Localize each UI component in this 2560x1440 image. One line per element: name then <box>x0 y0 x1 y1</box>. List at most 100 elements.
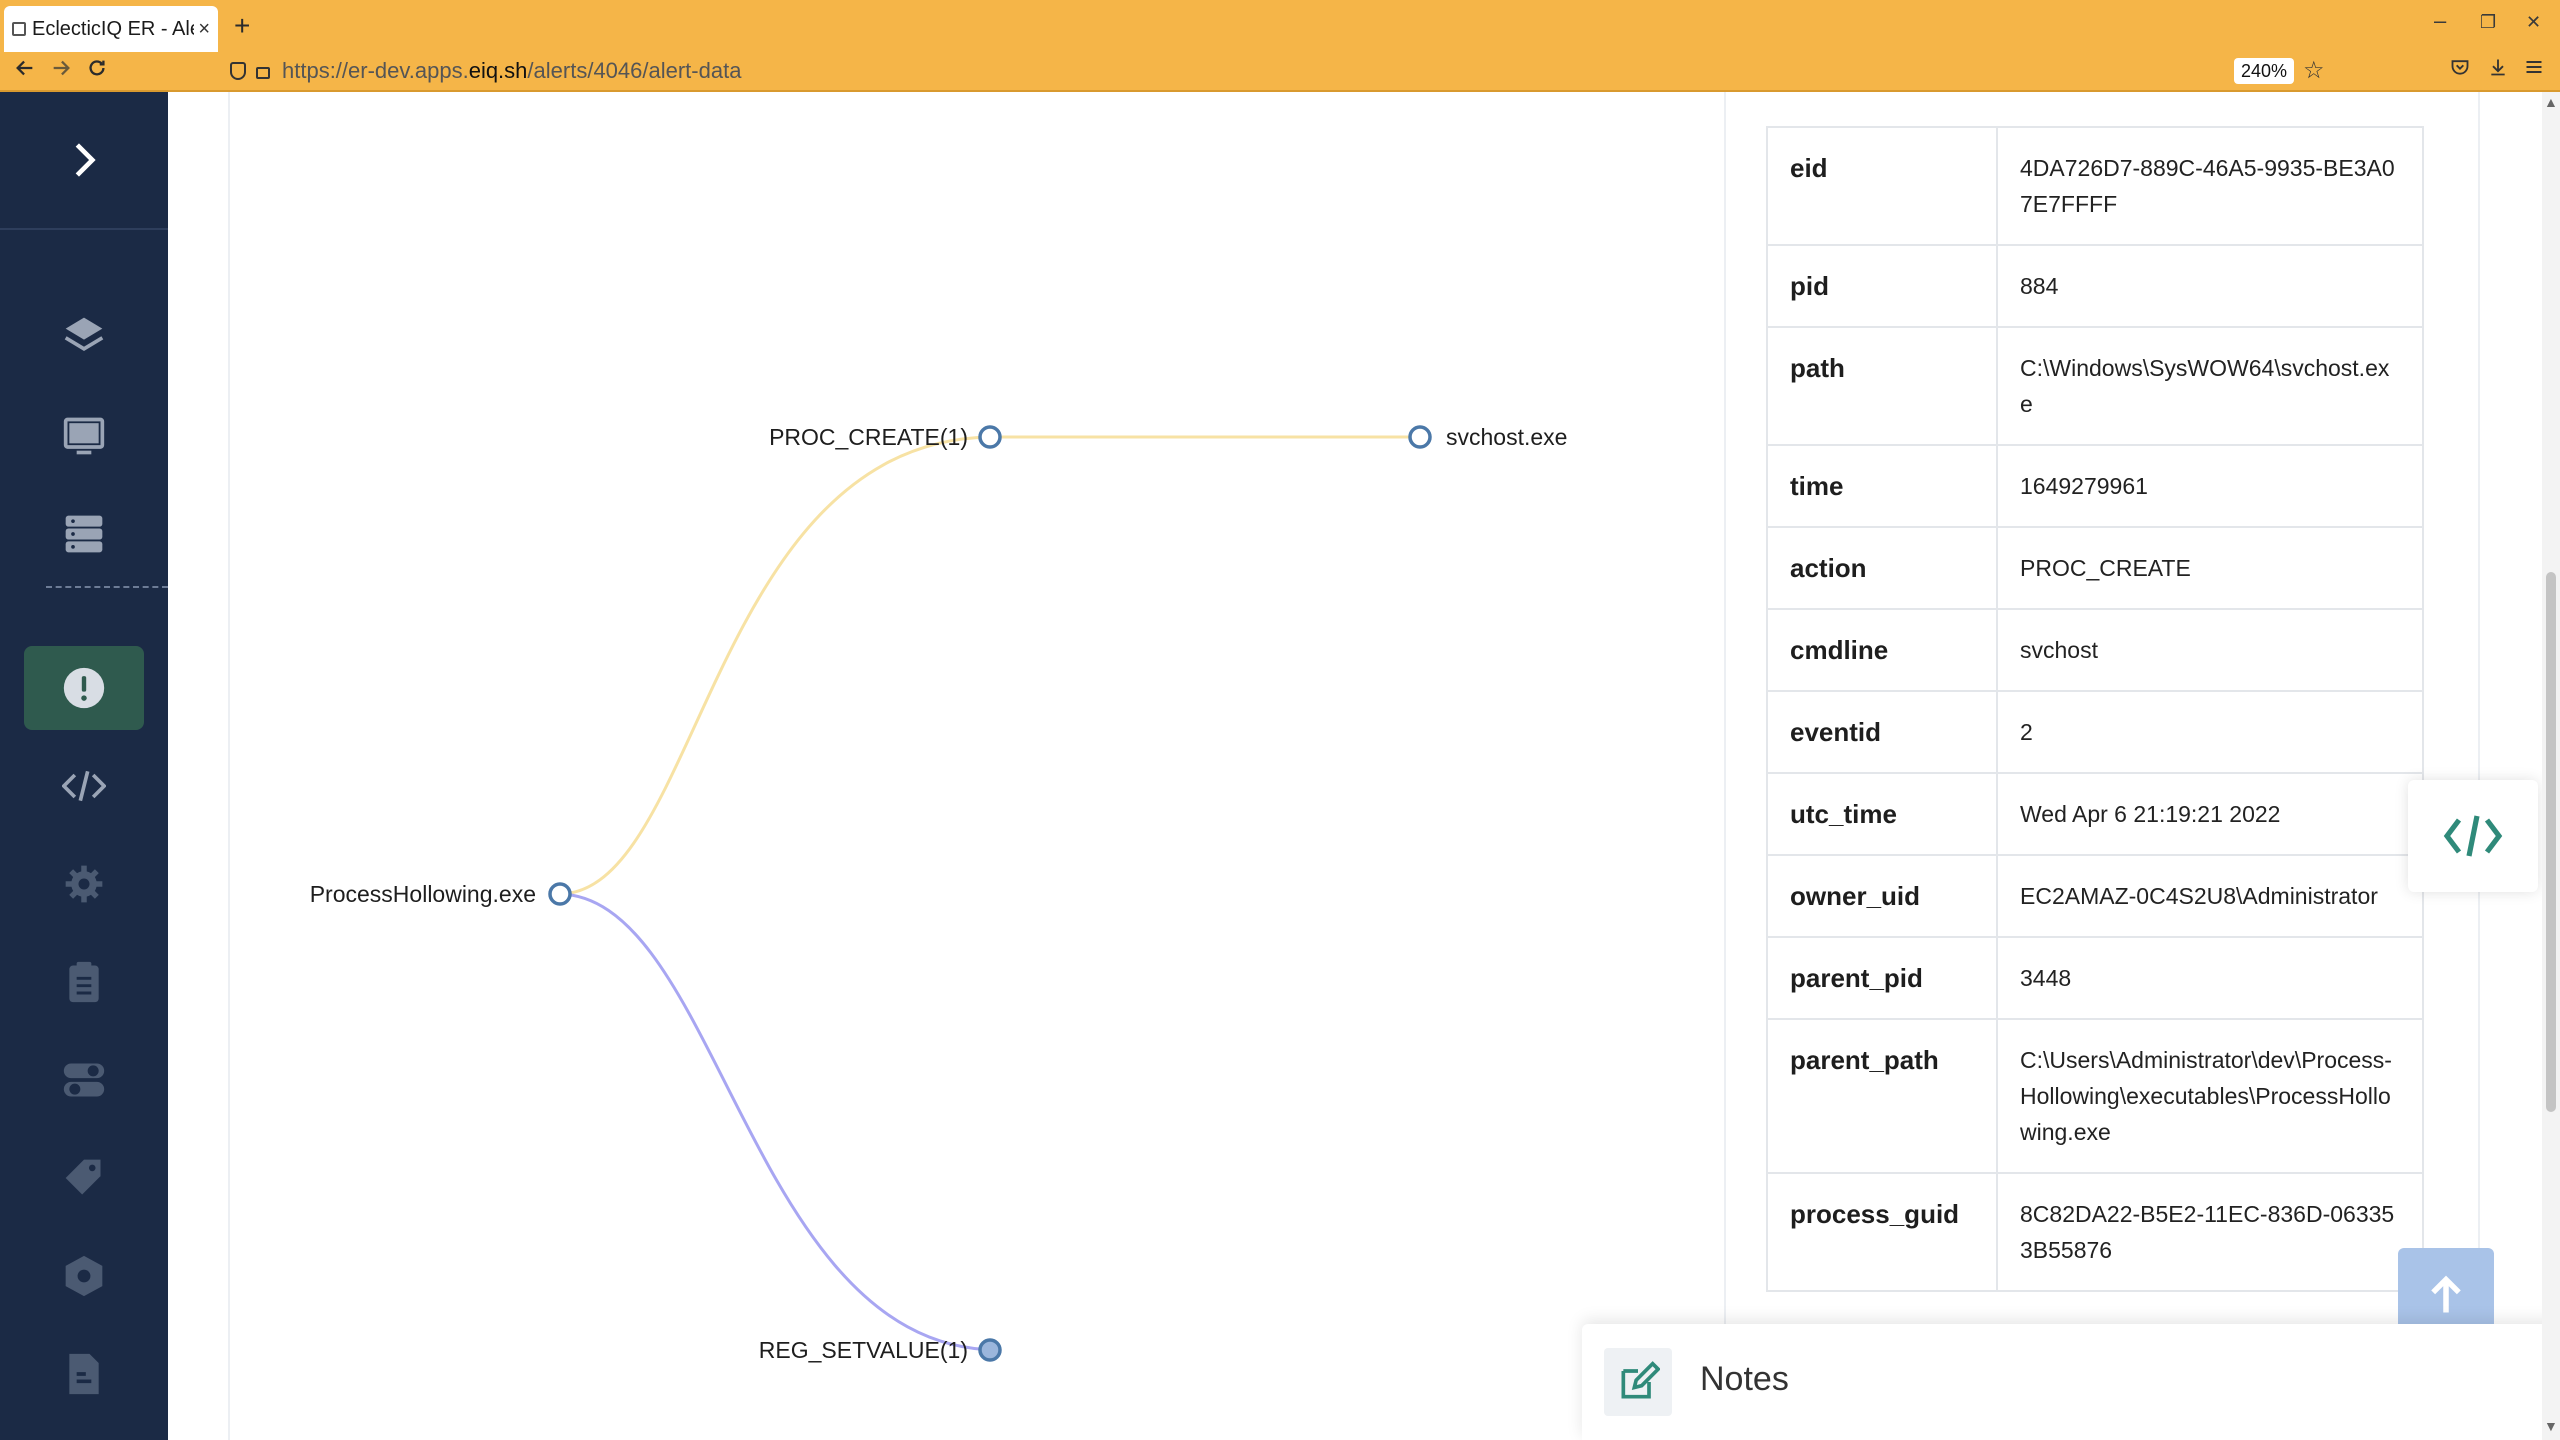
detail-key: action <box>1766 526 1998 610</box>
notes-bar[interactable]: Notes <box>1582 1324 2560 1440</box>
table-row: owner_uid EC2AMAZ-0C4S2U8\Administrator <box>1766 854 2424 938</box>
detail-value: 884 <box>1996 244 2424 328</box>
detail-value: 3448 <box>1996 936 2424 1020</box>
sidebar-item-toggles[interactable] <box>24 1038 144 1122</box>
sidebar <box>0 92 168 1440</box>
notes-button[interactable] <box>1604 1348 1672 1416</box>
scroll-up-arrow-icon[interactable]: ▲ <box>2544 94 2558 110</box>
arrow-right-icon <box>53 60 70 76</box>
detail-value: C:\Windows\SysWOW64\svchost.exe <box>1996 326 2424 446</box>
node-label-svchost: svchost.exe <box>1446 424 1567 450</box>
detail-value: 2 <box>1996 690 2424 774</box>
scroll-down-arrow-icon[interactable]: ▼ <box>2544 1418 2558 1434</box>
detail-value: C:\Users\Administrator\dev\Process-Hollo… <box>1996 1018 2424 1174</box>
minimize-button[interactable]: – <box>2434 8 2446 34</box>
browser-tab[interactable]: EclecticIQ ER - Alert × <box>4 6 218 52</box>
address-bar[interactable]: https://er-dev.apps.eiq.sh/alerts/4046/a… <box>230 56 2330 86</box>
scrollbar-thumb[interactable] <box>2546 572 2556 1112</box>
node-proc-create[interactable] <box>978 425 1002 449</box>
table-row: eid 4DA726D7-889C-46A5-9935-BE3A07E7FFFF <box>1766 126 2424 246</box>
edge-root-proc-create <box>559 435 991 896</box>
sidebar-item-hexagon[interactable] <box>24 1234 144 1318</box>
url-text[interactable]: https://er-dev.apps.eiq.sh/alerts/4046/a… <box>282 58 741 84</box>
table-row: eventid 2 <box>1766 690 2424 774</box>
reload-button[interactable] <box>86 57 108 86</box>
back-button[interactable] <box>14 57 36 86</box>
arrow-up-icon <box>2431 1275 2461 1313</box>
hexagon-icon <box>65 1255 103 1297</box>
detail-key: owner_uid <box>1766 854 1998 938</box>
detail-value: PROC_CREATE <box>1996 526 2424 610</box>
sidebar-item-tags[interactable] <box>24 1136 144 1220</box>
reload-icon <box>89 60 105 76</box>
table-row: utc_time Wed Apr 6 21:19:21 2022 <box>1766 772 2424 856</box>
node-label-root: ProcessHollowing.exe <box>310 881 536 907</box>
node-reg-setvalue[interactable] <box>978 1338 1002 1362</box>
detail-value: svchost <box>1996 608 2424 692</box>
detail-key: eid <box>1766 126 1998 246</box>
toggle-icon <box>63 1063 105 1097</box>
panel-divider <box>2478 92 2480 1440</box>
node-svchost[interactable] <box>1408 425 1432 449</box>
detail-value: 8C82DA22-B5E2-11EC-836D-063353B55876 <box>1996 1172 2424 1292</box>
bookmark-star-icon[interactable]: ☆ <box>2303 56 2325 85</box>
detail-value: 4DA726D7-889C-46A5-9935-BE3A07E7FFFF <box>1996 126 2424 246</box>
table-row: parent_pid 3448 <box>1766 936 2424 1020</box>
table-row: time 1649279961 <box>1766 444 2424 528</box>
detail-value: Wed Apr 6 21:19:21 2022 <box>1996 772 2424 856</box>
detail-key: parent_path <box>1766 1018 1998 1174</box>
sidebar-item-document[interactable] <box>24 1332 144 1416</box>
lock-icon[interactable] <box>256 67 270 79</box>
browser-navbar: https://er-dev.apps.eiq.sh/alerts/4046/a… <box>0 52 2560 92</box>
gear-icon <box>65 865 103 903</box>
table-row: path C:\Windows\SysWOW64\svchost.exe <box>1766 326 2424 446</box>
sidebar-item-server[interactable] <box>24 492 144 576</box>
detail-key: cmdline <box>1766 608 1998 692</box>
pocket-icon[interactable] <box>2450 57 2470 83</box>
sidebar-item-code[interactable] <box>24 744 144 828</box>
server-icon <box>65 515 103 553</box>
clipboard-icon <box>69 961 99 1003</box>
code-icon <box>2443 815 2503 857</box>
table-row: process_guid 8C82DA22-B5E2-11EC-836D-0633… <box>1766 1172 2424 1292</box>
view-raw-code-button[interactable] <box>2408 780 2538 892</box>
detail-key: pid <box>1766 244 1998 328</box>
event-details-table: eid 4DA726D7-889C-46A5-9935-BE3A07E7FFFF … <box>1766 126 2424 1292</box>
sidebar-item-monitor[interactable] <box>24 394 144 478</box>
zoom-indicator[interactable]: 240% <box>2234 58 2294 84</box>
menu-icon[interactable] <box>2524 57 2544 83</box>
notes-label: Notes <box>1700 1360 1789 1398</box>
sidebar-item-layers[interactable] <box>24 294 144 378</box>
sidebar-item-settings[interactable] <box>24 842 144 926</box>
sidebar-toggle[interactable] <box>0 92 168 230</box>
page-scrollbar[interactable]: ▲ ▼ <box>2542 92 2560 1440</box>
monitor-icon <box>63 417 105 455</box>
process-tree-graph[interactable]: ProcessHollowing.exe PROC_CREATE(1) svch… <box>230 92 1728 1440</box>
edit-note-icon <box>1621 1361 1660 1399</box>
detail-key: utc_time <box>1766 772 1998 856</box>
table-row: action PROC_CREATE <box>1766 526 2424 610</box>
shield-icon[interactable] <box>230 62 246 80</box>
chevron-right-icon <box>75 143 96 177</box>
main-content: ProcessHollowing.exe PROC_CREATE(1) svch… <box>168 92 2560 1440</box>
restore-button[interactable]: ❐ <box>2480 12 2496 33</box>
detail-value: EC2AMAZ-0C4S2U8\Administrator <box>1996 854 2424 938</box>
detail-value: 1649279961 <box>1996 444 2424 528</box>
table-row: parent_path C:\Users\Administrator\dev\Pr… <box>1766 1018 2424 1174</box>
alert-icon <box>63 667 105 709</box>
detail-key: parent_pid <box>1766 936 1998 1020</box>
download-icon[interactable] <box>2488 57 2508 83</box>
detail-key: path <box>1766 326 1998 446</box>
process-graph-panel: ProcessHollowing.exe PROC_CREATE(1) svch… <box>228 92 1726 1440</box>
detail-key: time <box>1766 444 1998 528</box>
node-root[interactable] <box>548 882 572 906</box>
close-window-button[interactable]: ✕ <box>2526 12 2541 33</box>
detail-key: process_guid <box>1766 1172 1998 1292</box>
new-tab-button[interactable]: + <box>234 10 250 42</box>
forward-button[interactable] <box>50 57 72 86</box>
sidebar-item-alerts[interactable] <box>24 646 144 730</box>
sidebar-item-clipboard[interactable] <box>24 940 144 1024</box>
document-icon <box>69 1353 99 1395</box>
tab-title: EclecticIQ ER - Alert <box>32 17 194 40</box>
tab-close-icon[interactable]: × <box>198 18 210 41</box>
